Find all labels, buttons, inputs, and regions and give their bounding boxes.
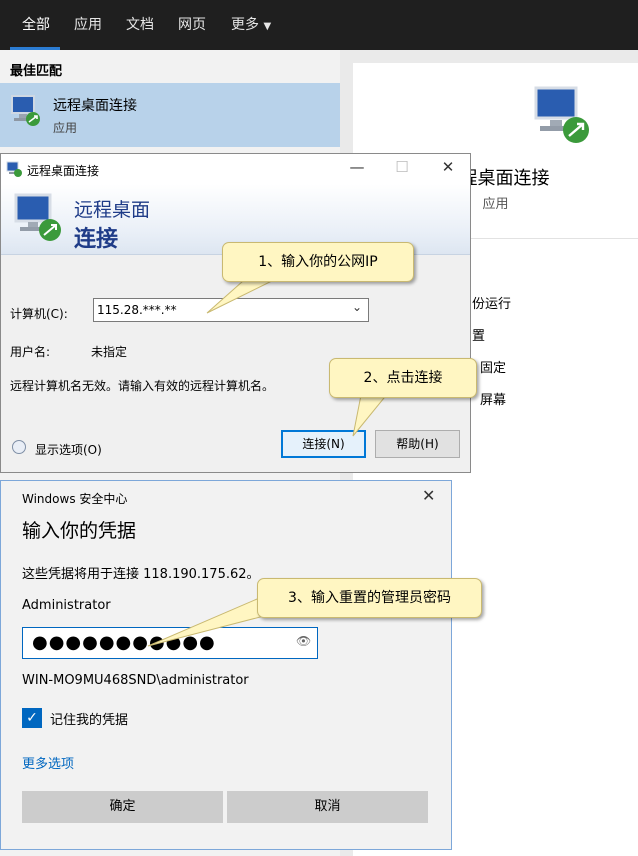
callout-pointers: [147, 272, 385, 647]
callout-step2: 2、点击连接: [329, 358, 477, 398]
callout-pointer-3: [147, 595, 265, 647]
callout-step1: 1、输入你的公网IP: [222, 242, 414, 282]
callout-step3: 3、输入重置的管理员密码: [257, 578, 482, 618]
